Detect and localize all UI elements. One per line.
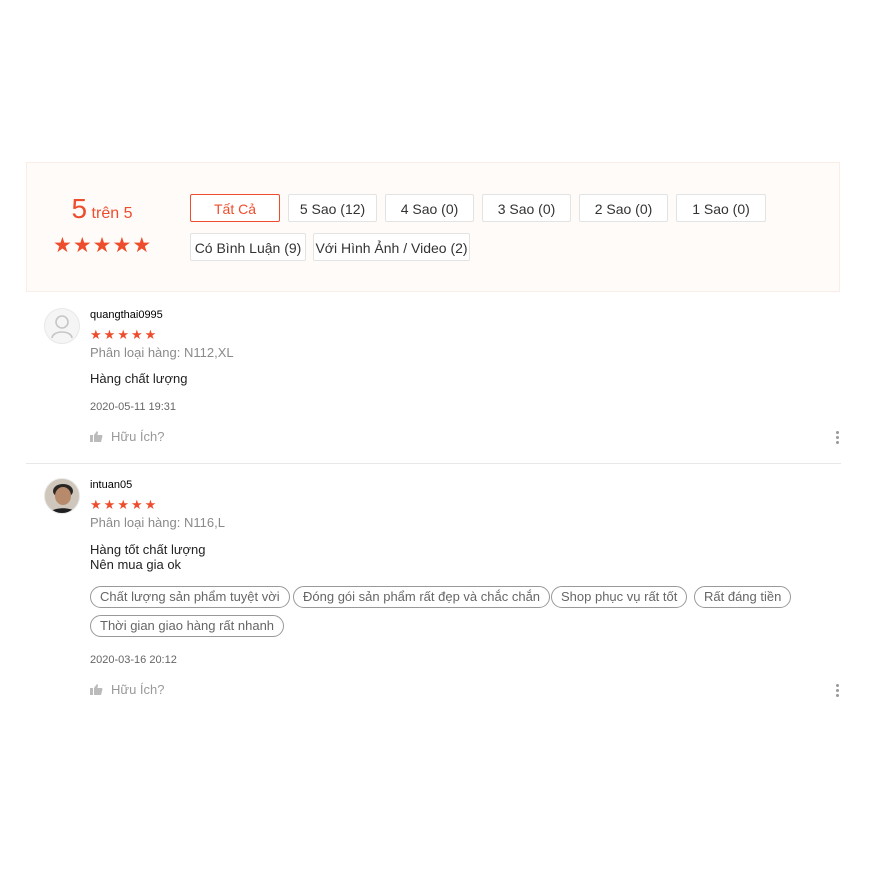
review-tag: Chất lượng sản phẩm tuyệt vời	[90, 586, 290, 608]
average-score: 5 trên 5	[27, 193, 177, 225]
star-icon: ★	[103, 327, 116, 342]
helpful-label: Hữu Ích?	[111, 682, 165, 697]
filter-with-media-button[interactable]: Với Hình Ảnh / Video (2)	[313, 233, 470, 261]
thumbs-up-icon	[90, 684, 103, 695]
review-tag: Rất đáng tiền	[694, 586, 792, 608]
more-options-icon[interactable]	[836, 431, 840, 444]
review-tags: Chất lượng sản phẩm tuyệt vời Đóng gói s…	[90, 586, 810, 637]
review-tag: Đóng gói sản phẩm rất đẹp và chắc chắn	[293, 586, 551, 608]
review-variant: Phân loại hàng: N112,XL	[90, 345, 234, 360]
star-icon: ★	[130, 327, 143, 342]
star-icon: ★	[72, 234, 92, 257]
star-icon: ★	[90, 327, 102, 342]
filter-with-comment-button[interactable]: Có Bình Luận (9)	[190, 233, 306, 261]
review-username[interactable]: intuan05	[90, 479, 132, 491]
review-time: 2020-03-16 20:12	[90, 654, 177, 666]
comment-line: Hàng chất lượng	[90, 371, 188, 386]
review-tag: Thời gian giao hàng rất nhanh	[90, 615, 285, 637]
review-stars: ★ ★ ★ ★ ★	[90, 328, 156, 341]
avatar[interactable]	[44, 478, 80, 514]
filter-1-star-button[interactable]: 1 Sao (0)	[676, 194, 766, 222]
page: { "summary": { "score": "5", "out_of": "…	[0, 0, 873, 873]
review-divider	[26, 463, 841, 464]
review-item: intuan05 ★ ★ ★ ★ ★ Phân loại hàng: N116,…	[44, 478, 844, 698]
helpful-button[interactable]: Hữu Ích?	[90, 682, 165, 697]
comment-line: Hàng tốt chất lượng	[90, 542, 206, 557]
star-icon: ★	[132, 234, 152, 257]
default-avatar-icon	[51, 315, 73, 339]
score-out-of: trên 5	[91, 205, 133, 222]
user-photo-avatar-icon	[45, 479, 79, 513]
star-icon: ★	[53, 234, 72, 257]
star-icon: ★	[117, 327, 129, 342]
review-item: quangthai0995 ★ ★ ★ ★ ★ Phân loại hàng: …	[44, 308, 844, 468]
review-tag: Shop phục vụ rất tốt	[551, 586, 688, 608]
review-stars: ★ ★ ★ ★ ★	[90, 498, 156, 511]
star-icon: ★	[117, 497, 129, 512]
score-value: 5	[71, 193, 88, 224]
filter-5-star-button[interactable]: 5 Sao (12)	[288, 194, 377, 222]
review-comment: Hàng chất lượng	[90, 371, 187, 386]
avatar[interactable]	[44, 308, 80, 344]
star-icon: ★	[112, 234, 132, 257]
product-ratings-panel: 5 trên 5 ★ ★ ★ ★ ★ Tất Cả 5 Sao (12) 4 S…	[4, 162, 861, 710]
filter-4-star-button[interactable]: 4 Sao (0)	[385, 194, 474, 222]
review-username[interactable]: quangthai0995	[90, 309, 163, 321]
rating-summary: 5 trên 5 ★ ★ ★ ★ ★ Tất Cả 5 Sao (12) 4 S…	[26, 162, 840, 292]
helpful-button[interactable]: Hữu Ích?	[90, 429, 165, 444]
filter-3-star-button[interactable]: 3 Sao (0)	[482, 194, 571, 222]
star-icon: ★	[103, 497, 116, 512]
review-variant: Phân loại hàng: N116,L	[90, 515, 225, 530]
thumbs-up-icon	[90, 431, 103, 442]
star-icon: ★	[90, 497, 102, 512]
average-stars: ★ ★ ★ ★ ★	[53, 235, 153, 256]
review-time: 2020-05-11 19:31	[90, 401, 177, 413]
filter-2-star-button[interactable]: 2 Sao (0)	[579, 194, 668, 222]
helpful-label: Hữu Ích?	[111, 429, 165, 444]
filter-all-button[interactable]: Tất Cả	[190, 194, 280, 222]
review-comment: Hàng tốt chất lượng Nên mua gia ok	[90, 542, 206, 572]
more-options-icon[interactable]	[836, 684, 840, 697]
star-icon: ★	[130, 497, 143, 512]
star-icon: ★	[144, 327, 157, 342]
star-icon: ★	[92, 234, 112, 257]
comment-line: Nên mua gia ok	[90, 557, 182, 572]
star-icon: ★	[144, 497, 157, 512]
